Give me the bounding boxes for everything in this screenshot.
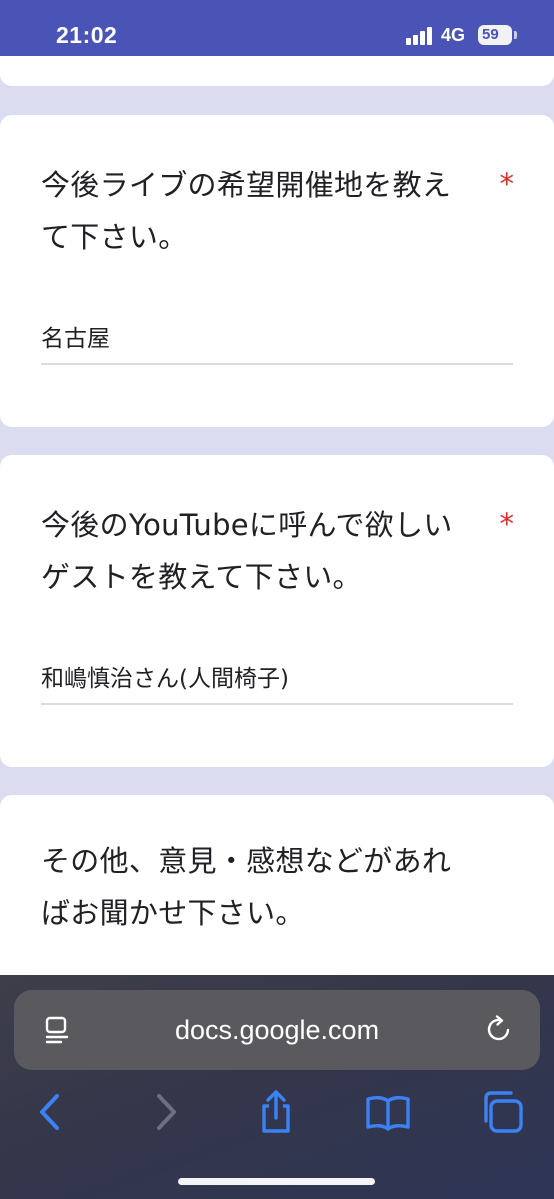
address-bar[interactable]: docs.google.com: [14, 990, 540, 1070]
network-type: 4G: [441, 25, 466, 45]
answer-text[interactable]: 和嶋慎治さん(人間椅子): [41, 659, 289, 693]
required-asterisk: *: [499, 507, 515, 541]
browser-toolbar: docs.google.com: [0, 975, 554, 1199]
question-title: その他、意見・感想などがあれ ばお聞かせ下さい。: [41, 835, 491, 939]
question-line: ゲストを教えて下さい。: [41, 560, 362, 594]
answer-underline: [41, 363, 513, 365]
tabs-icon[interactable]: [478, 1088, 526, 1136]
question-line: て下さい。: [41, 220, 188, 254]
battery-level: 59: [482, 26, 499, 43]
previous-question-card: [0, 56, 554, 86]
reload-icon[interactable]: [484, 1014, 514, 1044]
book-icon[interactable]: [364, 1088, 412, 1136]
url-text[interactable]: docs.google.com: [14, 990, 540, 1070]
home-indicator: [178, 1178, 375, 1185]
answer-text[interactable]: 名古屋: [41, 319, 110, 353]
battery-icon: 59: [478, 25, 512, 45]
required-asterisk: *: [499, 167, 515, 201]
battery-cap: [514, 31, 517, 39]
reader-mode-icon[interactable]: [44, 1016, 70, 1044]
question-line: ばお聞かせ下さい。: [41, 896, 305, 930]
question-title: 今後ライブの希望開催地を教え て下さい。: [41, 159, 491, 263]
forward-chevron-icon[interactable]: [142, 1088, 190, 1136]
share-icon[interactable]: [252, 1088, 300, 1136]
question-line: その他、意見・感想などがあれ: [41, 844, 452, 878]
status-time: 21:02: [56, 22, 118, 48]
cellular-signal-icon: [406, 27, 434, 45]
question-line: 今後のYouTubeに呼んで欲しい: [41, 508, 453, 542]
question-card-guest: 今後のYouTubeに呼んで欲しい ゲストを教えて下さい。 * 和嶋慎治さん(人…: [0, 455, 554, 767]
answer-underline: [41, 703, 513, 705]
question-line: 今後ライブの希望開催地を教え: [41, 168, 452, 202]
back-chevron-icon[interactable]: [26, 1088, 74, 1136]
question-card-feedback: その他、意見・感想などがあれ ばお聞かせ下さい。: [0, 795, 554, 995]
question-card-venue: 今後ライブの希望開催地を教え て下さい。 * 名古屋: [0, 115, 554, 427]
question-title: 今後のYouTubeに呼んで欲しい ゲストを教えて下さい。: [41, 499, 491, 603]
